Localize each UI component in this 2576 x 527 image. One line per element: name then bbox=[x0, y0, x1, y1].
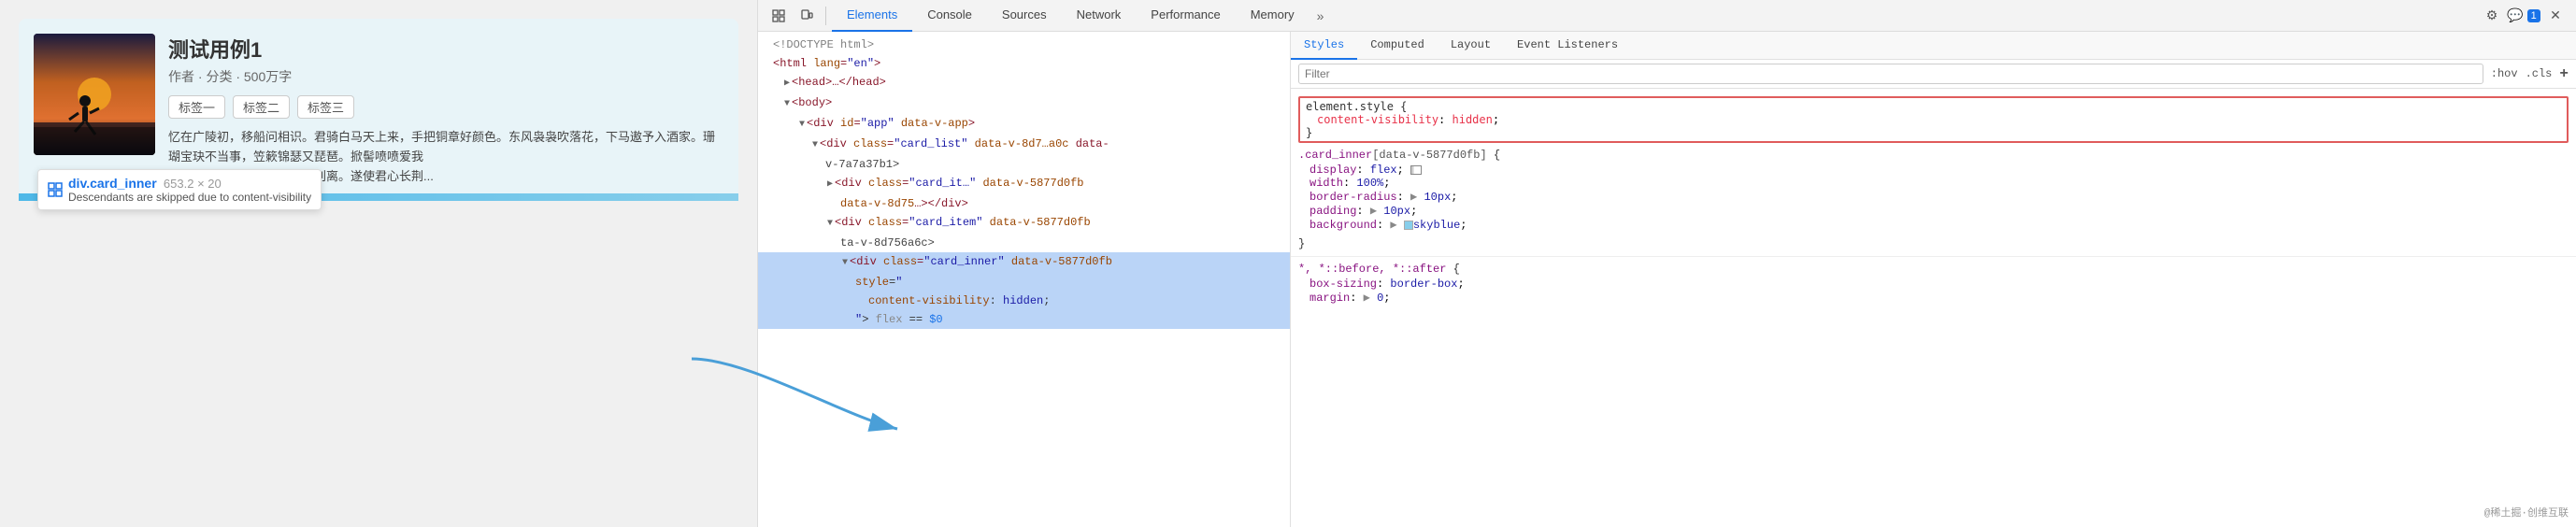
dom-card-item-1b[interactable]: data-v-8d75…></div> bbox=[758, 194, 1290, 213]
styles-filter-input[interactable] bbox=[1298, 64, 2483, 84]
dom-content-visibility[interactable]: content-visibility: hidden; bbox=[758, 292, 1290, 310]
styles-panel: Styles Computed Layout Event Listeners :… bbox=[1291, 32, 2576, 527]
card-content: 测试用例1 作者 · 分类 · 500万字 标签一 标签二 标签三 忆在广陵初，… bbox=[168, 34, 723, 186]
card-container: 测试用例1 作者 · 分类 · 500万字 标签一 标签二 标签三 忆在广陵初，… bbox=[19, 19, 738, 201]
dom-div-app[interactable]: ▼<div id="app" data-v-app> bbox=[758, 114, 1290, 135]
styles-filter-row: :hov .cls + bbox=[1291, 60, 2576, 89]
card-tags: 标签一 标签二 标签三 bbox=[168, 95, 723, 119]
universal-rule: *, *::before, *::after { box-sizing: bor… bbox=[1291, 261, 2576, 308]
rule-separator bbox=[1291, 256, 2576, 257]
tab-memory[interactable]: Memory bbox=[1236, 0, 1309, 32]
prop-display: display: flex; bbox=[1309, 164, 2569, 177]
dom-card-list[interactable]: ▼<div class="card_list" data-v-8d7…a0c d… bbox=[758, 135, 1290, 155]
card-title: 测试用例1 bbox=[168, 34, 723, 64]
element-size: 653.2 × 20 bbox=[160, 177, 221, 191]
content-visibility-val: hidden bbox=[1453, 113, 1493, 126]
devtools-panel: Elements Console Sources Network Perform… bbox=[757, 0, 2576, 527]
tag-3[interactable]: 标签三 bbox=[297, 95, 354, 119]
styles-content: element.style { content-visibility: hidd… bbox=[1291, 89, 2576, 314]
dom-body[interactable]: ▼<body> bbox=[758, 93, 1290, 114]
dom-doctype[interactable]: <!DOCTYPE html> bbox=[758, 36, 1290, 54]
card-inner-props: display: flex; width: 100%; border-radiu… bbox=[1291, 164, 2576, 235]
styles-tab-layout[interactable]: Layout bbox=[1438, 32, 1504, 60]
prop-padding: padding: ▶ 10px; bbox=[1309, 204, 2569, 218]
notification-button[interactable]: 💬 1 bbox=[2511, 3, 2537, 29]
tab-console[interactable]: Console bbox=[912, 0, 987, 32]
element-tooltip: div.card_inner 653.2 × 20 Descendants ar… bbox=[37, 169, 322, 210]
card-inner-close: } bbox=[1291, 235, 2576, 252]
prop-background: background: ▶ skyblue; bbox=[1309, 218, 2569, 232]
more-tabs-button[interactable]: » bbox=[1309, 8, 1332, 23]
devtools-toolbar: Elements Console Sources Network Perform… bbox=[758, 0, 2576, 32]
dom-card-item-2[interactable]: ▼<div class="card_item" data-v-5877d0fb bbox=[758, 213, 1290, 234]
tab-performance[interactable]: Performance bbox=[1136, 0, 1235, 32]
dom-panel[interactable]: <!DOCTYPE html> <html lang="en"> ▶<head>… bbox=[758, 32, 1291, 527]
card-inner-selector: .card_inner[data-v-5877d0fb] { bbox=[1291, 147, 2576, 164]
card-inner-rule: .card_inner[data-v-5877d0fb] { display: … bbox=[1291, 147, 2576, 252]
background-color-swatch[interactable] bbox=[1404, 221, 1413, 230]
tooltip-desc: Descendants are skipped due to content-v… bbox=[68, 191, 311, 204]
universal-selector: *, *::before, *::after { bbox=[1291, 261, 2576, 278]
styles-tabs: Styles Computed Layout Event Listeners bbox=[1291, 32, 2576, 60]
element-style-selector: element.style { bbox=[1306, 100, 2561, 113]
device-toolbar-button[interactable] bbox=[794, 3, 820, 29]
element-style-props: content-visibility: hidden; bbox=[1306, 113, 2561, 126]
element-label: div.card_inner bbox=[68, 176, 157, 191]
styles-cls-button[interactable]: .cls bbox=[2526, 67, 2553, 80]
prop-margin: margin: ▶ 0; bbox=[1309, 291, 2569, 305]
dom-card-inner-close[interactable]: "> flex == $0 bbox=[758, 310, 1290, 329]
tag-1[interactable]: 标签一 bbox=[168, 95, 225, 119]
settings-button[interactable]: ⚙ bbox=[2479, 3, 2505, 29]
dom-html[interactable]: <html lang="en"> bbox=[758, 54, 1290, 73]
element-style-close: } bbox=[1306, 126, 2561, 139]
devtools-tabs: Elements Console Sources Network Perform… bbox=[832, 0, 2477, 32]
styles-add-button[interactable]: + bbox=[2559, 65, 2569, 82]
close-devtools-button[interactable]: ✕ bbox=[2542, 3, 2569, 29]
dom-card-item-1[interactable]: ▶<div class="card_it…" data-v-5877d0fb bbox=[758, 174, 1290, 194]
toolbar-divider bbox=[825, 7, 826, 25]
card-inner: 测试用例1 作者 · 分类 · 500万字 标签一 标签二 标签三 忆在广陵初，… bbox=[34, 34, 723, 186]
dom-card-inner[interactable]: ▼<div class="card_inner" data-v-5877d0fb bbox=[758, 252, 1290, 273]
dom-card-item-2b[interactable]: ta-v-8d756a6c> bbox=[758, 234, 1290, 252]
card-subtitle: 作者 · 分类 · 500万字 bbox=[168, 67, 723, 86]
notification-count: 1 bbox=[2527, 9, 2540, 22]
element-icon bbox=[48, 182, 63, 197]
styles-tab-event-listeners[interactable]: Event Listeners bbox=[1504, 32, 1631, 60]
webpage-preview: 测试用例1 作者 · 分类 · 500万字 标签一 标签二 标签三 忆在广陵初，… bbox=[0, 0, 757, 527]
prop-box-sizing: box-sizing: border-box; bbox=[1309, 278, 2569, 291]
prop-border-radius: border-radius: ▶ 10px; bbox=[1309, 190, 2569, 204]
universal-props: box-sizing: border-box; margin: ▶ 0; bbox=[1291, 278, 2576, 308]
devtools-content: <!DOCTYPE html> <html lang="en"> ▶<head>… bbox=[758, 32, 2576, 527]
tag-2[interactable]: 标签二 bbox=[233, 95, 290, 119]
element-style-rule: element.style { content-visibility: hidd… bbox=[1298, 96, 2569, 143]
styles-tab-styles[interactable]: Styles bbox=[1291, 32, 1357, 60]
inspect-element-button[interactable] bbox=[766, 3, 792, 29]
dom-card-inner-style[interactable]: style=" bbox=[758, 273, 1290, 292]
tab-elements[interactable]: Elements bbox=[832, 0, 912, 32]
content-visibility-prop: content-visibility bbox=[1317, 113, 1438, 126]
prop-width: width: 100%; bbox=[1309, 177, 2569, 190]
styles-tab-computed[interactable]: Computed bbox=[1357, 32, 1438, 60]
dom-head[interactable]: ▶<head>…</head> bbox=[758, 73, 1290, 93]
tab-sources[interactable]: Sources bbox=[987, 0, 1062, 32]
watermark: @稀土掘·创维互联 bbox=[2484, 505, 2569, 520]
card-image bbox=[34, 34, 155, 155]
dom-card-list-2[interactable]: v-7a7a37b1> bbox=[758, 155, 1290, 174]
tab-network[interactable]: Network bbox=[1062, 0, 1137, 32]
styles-hov-button[interactable]: :hov bbox=[2491, 67, 2518, 80]
